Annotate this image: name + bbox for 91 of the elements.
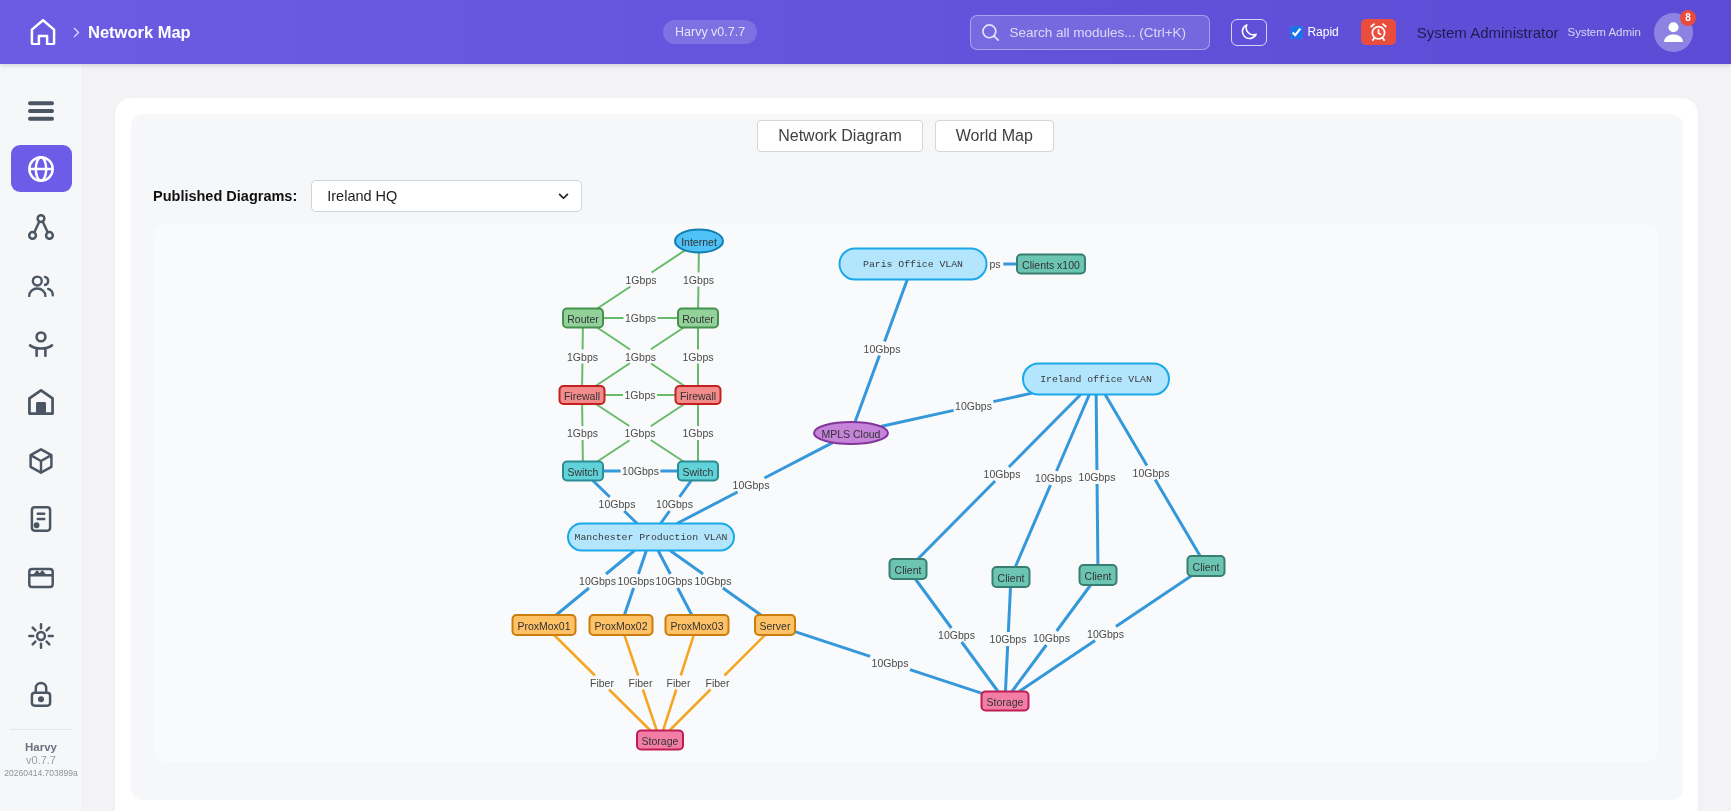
- sun-icon: [28, 623, 54, 649]
- link-label: 10Gbps: [871, 657, 909, 669]
- diagram-node: Paris Office VLAN: [838, 247, 988, 281]
- building-icon: [28, 389, 54, 416]
- link-label: 10Gbps: [983, 468, 1021, 480]
- link-label: 10Gbps: [989, 633, 1027, 645]
- diagram-node: Storage: [636, 729, 684, 751]
- diagram-node: Storage: [980, 690, 1030, 712]
- diagram-node: MPLS Cloud: [813, 421, 889, 445]
- hierarchy-icon: [28, 214, 54, 241]
- rapid-checkbox[interactable]: [1290, 25, 1304, 39]
- app-name: Harvy: [25, 740, 57, 754]
- globe-icon: [28, 155, 54, 182]
- version-badge: Harvy v0.7.7: [663, 20, 758, 44]
- diagram-node: Router: [562, 307, 604, 329]
- link-label: 10Gbps: [655, 575, 693, 587]
- link-label: 1Gbps: [567, 427, 598, 439]
- diagram-node: Switch: [562, 460, 604, 482]
- home-icon: [30, 19, 56, 45]
- user-role: System Admin: [1567, 26, 1641, 38]
- diagram-node: Ireland office VLAN: [1022, 362, 1170, 396]
- link-label: 10Gbps: [694, 575, 732, 587]
- picker-label: Published Diagrams:: [153, 188, 298, 204]
- rapid-label[interactable]: Rapid: [1307, 25, 1339, 39]
- link-label: Fiber: [705, 676, 730, 689]
- link-label: 1Gbps: [625, 312, 656, 324]
- theme-button[interactable]: [1231, 18, 1268, 46]
- link-label: 10Gbps: [863, 342, 901, 355]
- link-label: 1Gbps: [567, 350, 598, 363]
- page-title: Network Map: [88, 22, 191, 42]
- document-icon: [28, 506, 54, 533]
- link-label: 10Gbps: [732, 479, 770, 491]
- lock-icon: [28, 681, 54, 708]
- diagram-node: Switch: [677, 460, 719, 482]
- link-label: 10Gbps: [1132, 466, 1170, 479]
- link-label: 1Gbps: [624, 427, 656, 439]
- tab-button[interactable]: World Map: [934, 120, 1054, 152]
- diagram-node: ProxMox01: [511, 614, 577, 636]
- diagram-node: Clients x100: [1016, 253, 1086, 275]
- alarm-button[interactable]: [1360, 19, 1396, 45]
- notification-badge: 8: [1680, 9, 1696, 26]
- link-label: 1Gbps: [625, 273, 657, 286]
- diagram-node: ProxMox03: [664, 614, 730, 636]
- link-label: 10Gbps: [622, 465, 659, 477]
- link-label: 10Gbps: [656, 498, 693, 510]
- tab-button[interactable]: Network Diagram: [757, 120, 923, 152]
- user-name: System Administrator: [1416, 23, 1559, 41]
- link-label: 10Gbps: [1087, 627, 1124, 640]
- link-label: 10Gbps: [598, 498, 636, 510]
- user-icon: [1664, 22, 1683, 42]
- diagram-node: Client: [991, 566, 1031, 588]
- link-label: 1Gbps: [683, 273, 714, 286]
- cube-icon: [28, 447, 54, 474]
- diagram-select[interactable]: Ireland HQ: [311, 180, 583, 212]
- chevron-icon: [73, 26, 80, 38]
- users-icon: [28, 272, 54, 299]
- diagram-node: Client: [1078, 564, 1118, 586]
- link-label: ps: [989, 258, 1001, 270]
- link-label: 10Gbps: [1078, 471, 1116, 483]
- link-label: 10Gbps: [1035, 472, 1072, 484]
- link-label: 10Gbps: [617, 575, 655, 587]
- person-icon: [28, 331, 54, 358]
- link-label: 10Gbps: [1033, 632, 1070, 644]
- build-number: 20260414.703899a: [4, 766, 78, 780]
- link-label: Fiber: [628, 676, 653, 689]
- diagram-node: Client: [1186, 555, 1226, 577]
- link-label: 1Gbps: [682, 350, 714, 363]
- search-icon: [982, 23, 1000, 41]
- link-label: 10Gbps: [938, 629, 975, 641]
- link-label: Fiber: [590, 676, 614, 689]
- diagram-node: Router: [677, 307, 719, 329]
- link-label: Fiber: [666, 676, 691, 689]
- diagram-node: Manchester Production VLAN: [567, 522, 735, 552]
- link-label: 10Gbps: [955, 400, 992, 412]
- diagram-node: Server: [754, 614, 796, 636]
- link-label: 10Gbps: [579, 575, 616, 587]
- nav-button[interactable]: [10, 145, 72, 193]
- home-button[interactable]: [30, 19, 56, 45]
- link-label: 1Gbps: [625, 350, 656, 363]
- diagram-node: Internet: [674, 228, 724, 254]
- diagram-node: Firewall: [674, 385, 722, 405]
- avatar-button[interactable]: 8: [1654, 12, 1693, 52]
- alarm-clock-icon: [1369, 23, 1387, 41]
- diagram-node: Client: [888, 558, 928, 580]
- app-version: v0.7.7: [26, 753, 56, 767]
- chevron-down-icon: [558, 192, 570, 200]
- link-label: 1Gbps: [624, 389, 656, 401]
- diagram-node: ProxMox02: [588, 614, 654, 636]
- link-label: 1Gbps: [682, 427, 714, 439]
- diagram-node: Firewall: [558, 385, 606, 405]
- moon-icon: [1241, 24, 1258, 40]
